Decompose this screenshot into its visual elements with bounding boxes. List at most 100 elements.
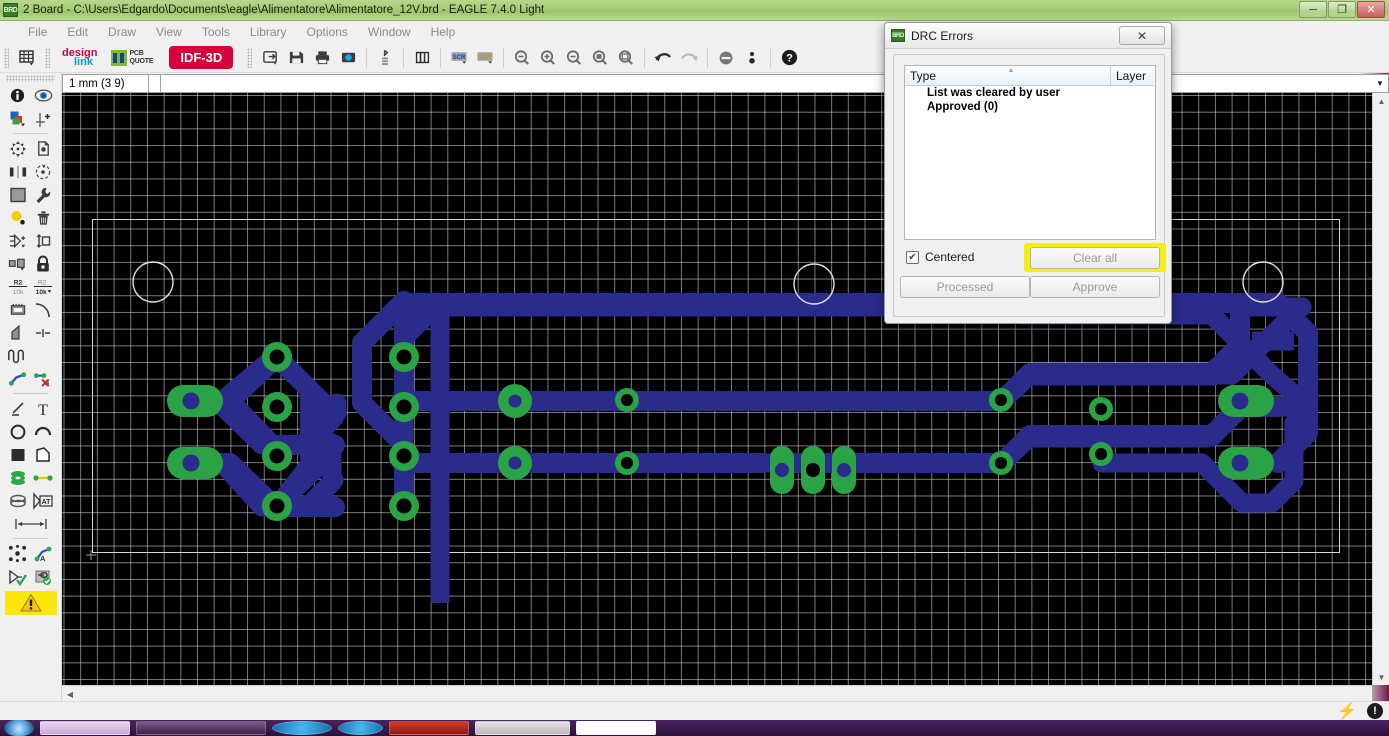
vertical-scrollbar[interactable]: ▲ ▼ <box>1372 93 1389 685</box>
menu-options[interactable]: Options <box>297 23 358 41</box>
rotate-icon[interactable] <box>31 160 57 183</box>
lock-icon[interactable] <box>31 252 57 275</box>
column-header-layer[interactable]: Layer <box>1111 66 1155 85</box>
clear-all-button[interactable]: Clear all <box>1030 247 1160 269</box>
signal-icon[interactable] <box>31 466 57 489</box>
delete-icon[interactable] <box>31 206 57 229</box>
stop-icon[interactable] <box>714 46 738 70</box>
mirror-icon[interactable] <box>5 160 31 183</box>
restore-button[interactable]: ❐ <box>1328 1 1356 18</box>
taskbar-item-1[interactable] <box>40 721 130 735</box>
split-icon[interactable] <box>5 321 31 344</box>
circle-icon[interactable] <box>5 420 31 443</box>
open-icon[interactable] <box>258 46 282 70</box>
menu-library[interactable]: Library <box>240 23 297 41</box>
dialog-close-button[interactable]: ✕ <box>1119 26 1165 45</box>
board-schematic-icon[interactable] <box>373 46 397 70</box>
route-icon[interactable] <box>5 367 31 390</box>
menu-tools[interactable]: Tools <box>192 23 240 41</box>
menu-view[interactable]: View <box>146 23 192 41</box>
undo-icon[interactable] <box>651 46 675 70</box>
print-icon[interactable] <box>310 46 334 70</box>
drc-icon[interactable] <box>5 565 31 588</box>
redo-icon[interactable] <box>677 46 701 70</box>
change-icon[interactable] <box>31 183 57 206</box>
group-icon[interactable] <box>5 183 31 206</box>
save-icon[interactable] <box>284 46 308 70</box>
centered-checkbox[interactable]: ✔ <box>906 250 919 264</box>
horizontal-scrollbar[interactable]: ◀ <box>62 685 1372 701</box>
design-link-button[interactable]: design link <box>56 47 103 67</box>
toolbar-grip[interactable] <box>4 47 9 68</box>
menu-draw[interactable]: Draw <box>98 23 146 41</box>
taskbar-item-5[interactable] <box>389 721 469 735</box>
cam-processor-icon[interactable] <box>336 46 360 70</box>
command-input[interactable] <box>161 75 1372 92</box>
layer-settings-icon[interactable] <box>410 46 434 70</box>
taskbar-item-4[interactable] <box>338 721 383 735</box>
dialog-title-bar[interactable]: BRD DRC Errors ✕ <box>885 23 1171 49</box>
toolbar-grip-2[interactable] <box>45 47 50 68</box>
pcb-canvas[interactable] <box>62 93 1372 685</box>
taskbar-item-3[interactable] <box>272 721 332 735</box>
move-icon[interactable] <box>5 137 31 160</box>
scroll-left-arrow[interactable]: ◀ <box>62 686 78 702</box>
menu-window[interactable]: Window <box>358 23 421 41</box>
zoom-redraw-icon[interactable] <box>588 46 612 70</box>
dimension-icon[interactable] <box>5 512 56 535</box>
grid-icon[interactable] <box>15 46 39 70</box>
scroll-up-arrow[interactable]: ▲ <box>1373 93 1389 109</box>
zoom-select-icon[interactable] <box>614 46 638 70</box>
name-icon[interactable]: R2 10k <box>5 275 31 298</box>
add-part-icon[interactable] <box>5 229 31 252</box>
replace-icon[interactable] <box>5 252 31 275</box>
script-icon[interactable]: SCR <box>447 46 471 70</box>
hole-icon[interactable] <box>5 489 31 512</box>
approve-button[interactable]: Approve <box>1030 276 1160 298</box>
meander-icon[interactable] <box>5 344 31 367</box>
optimize-icon[interactable] <box>31 321 57 344</box>
errors-icon[interactable] <box>5 588 57 618</box>
display-icon[interactable] <box>5 107 31 130</box>
miter-icon[interactable] <box>31 298 57 321</box>
taskbar-item-6[interactable] <box>475 721 570 735</box>
via-icon[interactable] <box>5 466 31 489</box>
errors-list[interactable]: Type ▲ Layer List was cleared by user Ap… <box>904 65 1156 240</box>
paste-icon[interactable] <box>5 206 31 229</box>
mark-icon[interactable] <box>31 107 57 130</box>
toolbar-grip-3[interactable] <box>247 47 253 68</box>
arc-icon[interactable] <box>31 420 57 443</box>
scroll-down-arrow[interactable]: ▼ <box>1373 669 1389 685</box>
text-icon[interactable]: T <box>31 397 57 420</box>
zoom-out-icon[interactable] <box>562 46 586 70</box>
copy-icon[interactable] <box>31 137 57 160</box>
menu-edit[interactable]: Edit <box>57 23 98 41</box>
processed-button[interactable]: Processed <box>900 276 1030 298</box>
rect-icon[interactable] <box>5 443 31 466</box>
zoom-fit-icon[interactable] <box>510 46 534 70</box>
zoom-in-icon[interactable] <box>536 46 560 70</box>
minimize-button[interactable]: ─ <box>1299 1 1327 18</box>
smash-icon[interactable] <box>5 298 31 321</box>
menu-help[interactable]: Help <box>421 23 466 41</box>
centered-checkbox-row[interactable]: ✔ Centered <box>906 250 974 264</box>
column-header-type[interactable]: Type ▲ <box>905 66 1111 85</box>
wire-icon[interactable] <box>5 397 31 420</box>
autorouter-icon[interactable]: A <box>31 542 57 565</box>
ratsnest-icon[interactable] <box>5 542 31 565</box>
list-item[interactable]: List was cleared by user <box>905 86 1155 100</box>
notification-icon[interactable]: ! <box>1367 703 1383 719</box>
start-button[interactable] <box>4 720 34 736</box>
close-button[interactable]: ✕ <box>1357 1 1385 18</box>
left-toolbar-grip[interactable] <box>6 75 55 82</box>
show-icon[interactable] <box>31 84 57 107</box>
attribute-icon[interactable]: AT <box>31 489 57 512</box>
list-item[interactable]: Approved (0) <box>905 100 1155 114</box>
ripup-icon[interactable] <box>31 367 57 390</box>
help-icon[interactable]: ? <box>777 46 801 70</box>
menu-file[interactable]: File <box>18 23 57 41</box>
command-history-dropdown-icon[interactable]: ▼ <box>1372 75 1388 92</box>
pcb-quote-button[interactable]: PCB QUOTE <box>105 49 159 66</box>
pinswap-icon[interactable] <box>31 229 57 252</box>
more-icon[interactable] <box>740 46 764 70</box>
